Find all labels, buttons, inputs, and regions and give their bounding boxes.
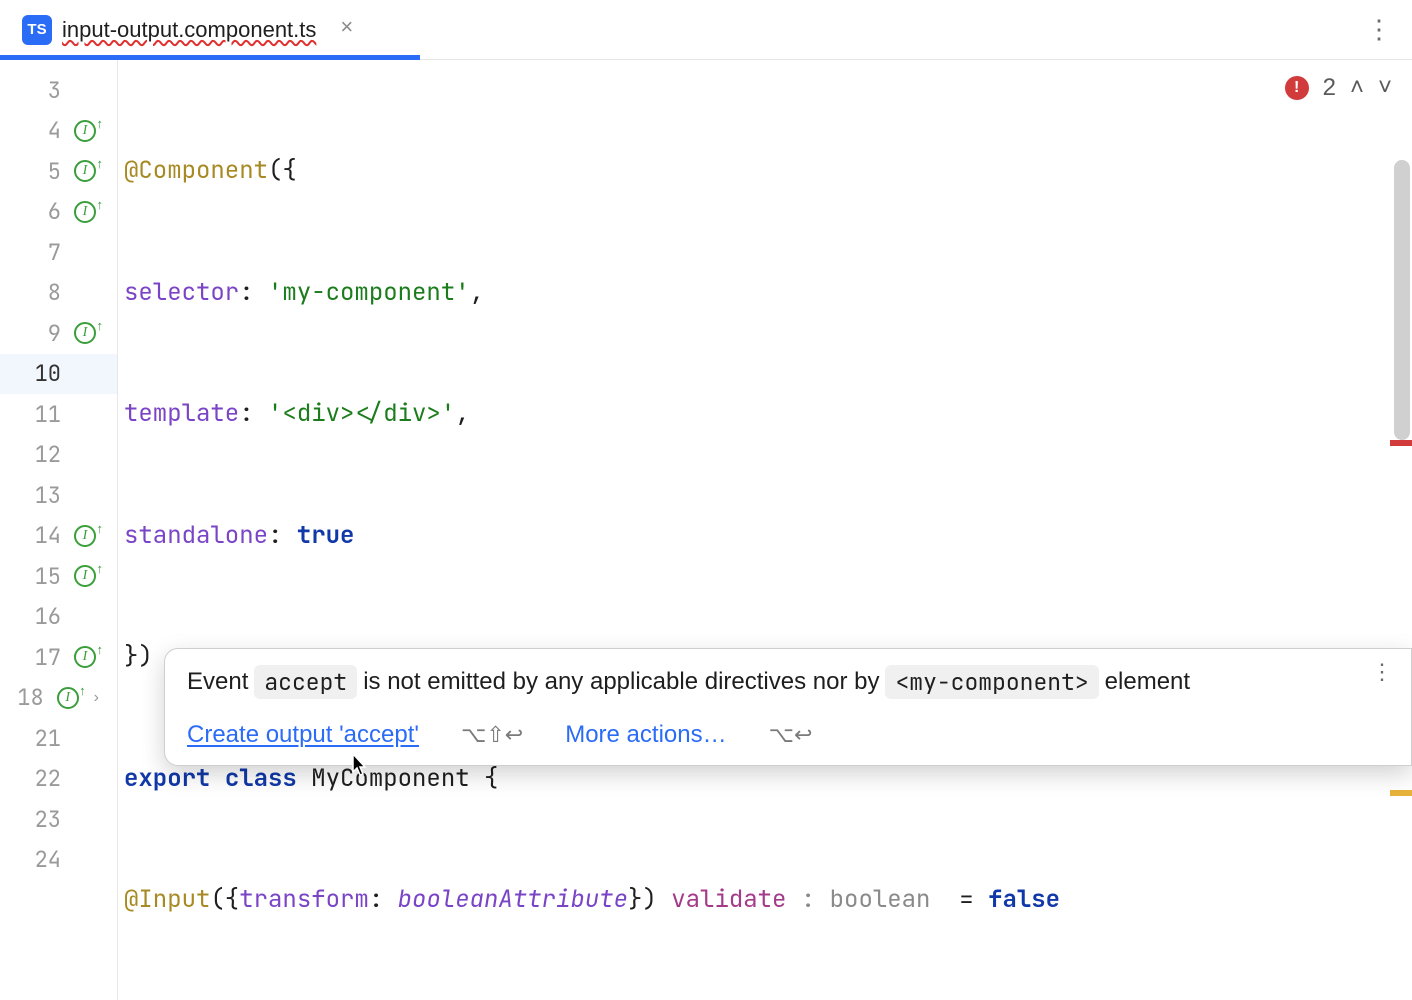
line-number: 7 (27, 238, 61, 267)
line-number: 4 (27, 116, 61, 145)
gutter: 3 4I 5I 6I 7 8 9I 10 11 12 13 14I 15I 16… (0, 60, 118, 1000)
tab-bar-menu-icon[interactable]: ⋮ (1366, 14, 1412, 45)
editor[interactable]: 3 4I 5I 6I 7 8 9I 10 11 12 13 14I 15I 16… (0, 60, 1412, 1000)
more-actions-link[interactable]: More actions… (565, 721, 726, 749)
code-chip: accept (254, 665, 357, 699)
shortcut-hint: ⌥↩ (769, 722, 813, 748)
line-number: 21 (27, 724, 61, 753)
code-line[interactable]: @Component({ (124, 151, 1412, 192)
code-chip: <my-component> (885, 665, 1098, 699)
line-number: 11 (27, 400, 61, 429)
line-number: 18 (10, 683, 44, 712)
close-tab-icon[interactable]: × (340, 14, 353, 40)
fold-expand-icon[interactable]: › (94, 689, 99, 707)
scrollbar-thumb[interactable] (1394, 160, 1410, 440)
code-line[interactable]: template: '<div></div>', (124, 394, 1412, 435)
error-message: Event accept is not emitted by any appli… (187, 665, 1389, 699)
intention-popup: ⋮ Event accept is not emitted by any app… (164, 648, 1412, 766)
impl-interface-icon[interactable]: I (74, 565, 96, 587)
line-number: 8 (27, 278, 61, 307)
warning-stripe[interactable] (1390, 790, 1412, 796)
line-number: 14 (27, 521, 61, 550)
line-number: 9 (27, 319, 61, 348)
impl-interface-icon[interactable]: I (74, 525, 96, 547)
line-number: 5 (27, 157, 61, 186)
line-number: 10 (27, 359, 61, 388)
impl-interface-icon[interactable]: I (74, 120, 96, 142)
typescript-file-icon: TS (22, 15, 52, 45)
code-area[interactable]: @Component({ selector: 'my-component', t… (118, 60, 1412, 1000)
impl-interface-icon[interactable]: I (57, 687, 79, 709)
impl-interface-icon[interactable]: I (74, 160, 96, 182)
tab-filename: input-output.component.ts (62, 17, 316, 43)
line-number: 22 (27, 764, 61, 793)
line-number: 17 (27, 643, 61, 672)
code-line[interactable]: @Input({transform: booleanAttribute}) va… (124, 880, 1412, 921)
line-number: 24 (27, 845, 61, 874)
tab-bar: TS input-output.component.ts × ⋮ (0, 0, 1412, 60)
error-stripe[interactable] (1390, 440, 1412, 446)
file-tab[interactable]: TS input-output.component.ts × (0, 0, 375, 59)
impl-interface-icon[interactable]: I (74, 322, 96, 344)
editor-scrollbar[interactable] (1390, 60, 1412, 1000)
code-line[interactable]: standalone: true (124, 516, 1412, 557)
line-number: 13 (27, 481, 61, 510)
code-line[interactable]: selector: 'my-component', (124, 273, 1412, 314)
line-number: 12 (27, 440, 61, 469)
line-number: 15 (27, 562, 61, 591)
line-number: 6 (27, 197, 61, 226)
impl-interface-icon[interactable]: I (74, 201, 96, 223)
create-output-action[interactable]: Create output 'accept' (187, 721, 419, 749)
popup-menu-icon[interactable]: ⋮ (1371, 659, 1395, 685)
line-number: 23 (27, 805, 61, 834)
impl-interface-icon[interactable]: I (74, 646, 96, 668)
line-number: 16 (27, 602, 61, 631)
line-number: 3 (27, 76, 61, 105)
shortcut-hint: ⌥⇧↩ (461, 722, 523, 748)
